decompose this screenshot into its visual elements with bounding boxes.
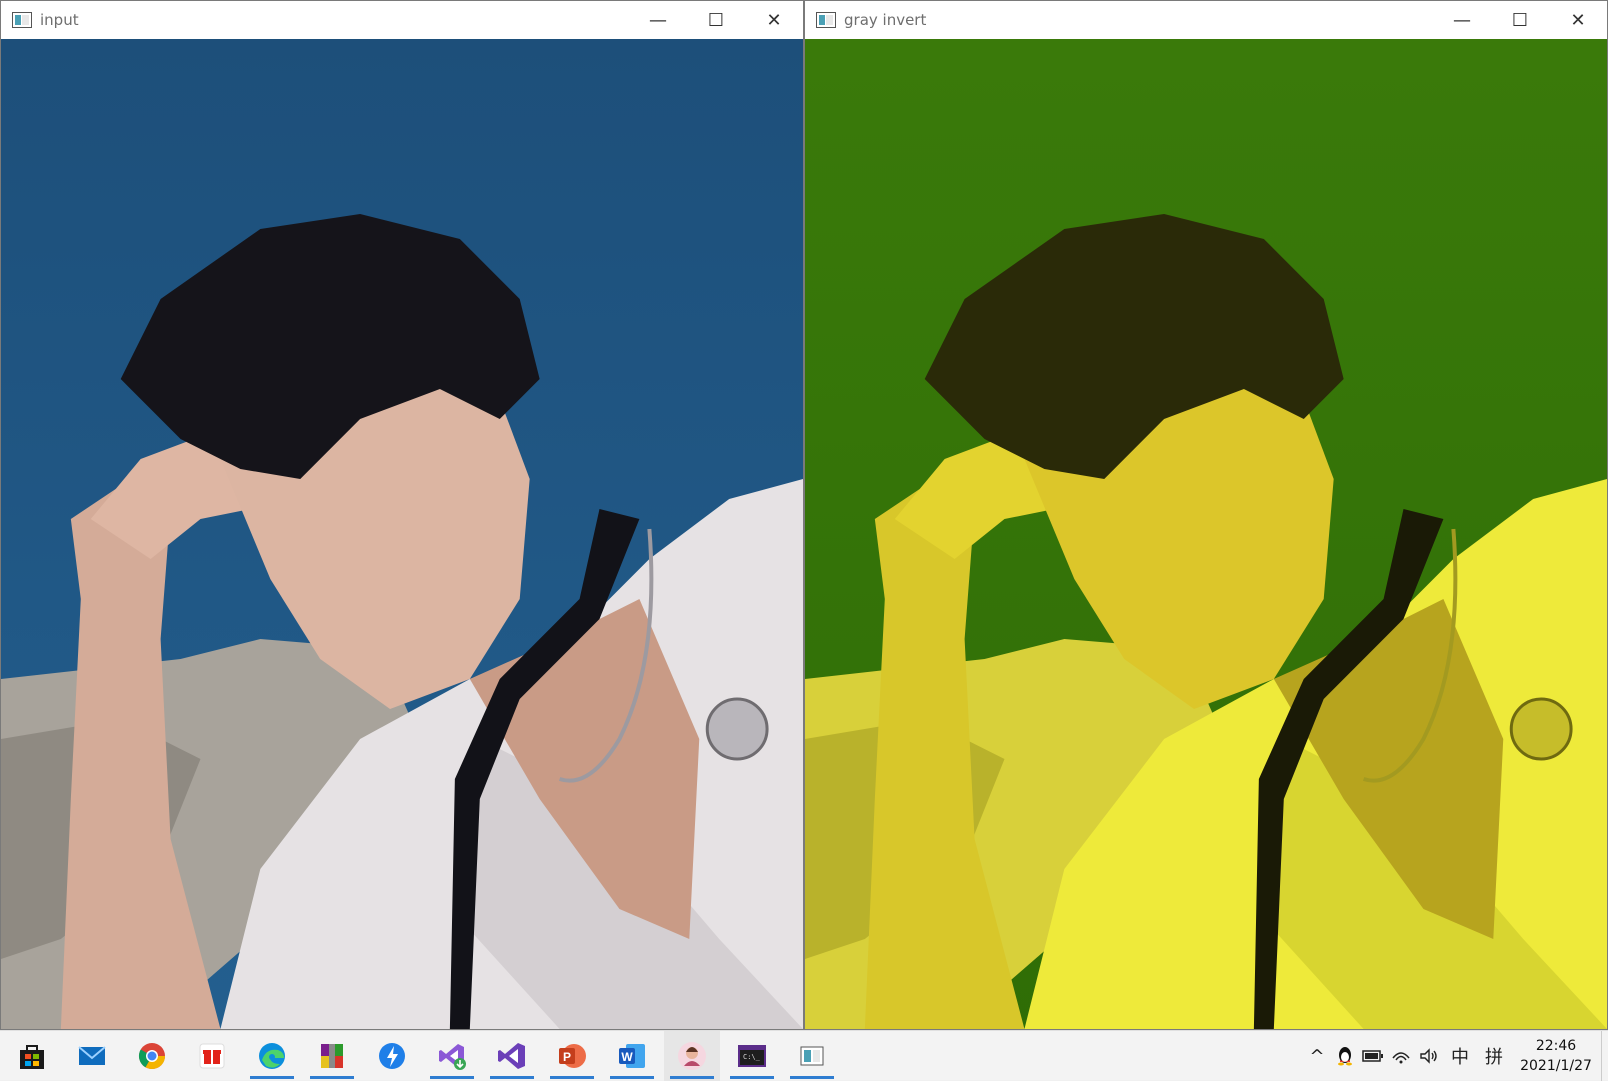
qq-icon[interactable] [1331, 1031, 1359, 1081]
show-hidden-icons-chevron[interactable]: ^ [1303, 1031, 1331, 1081]
gray-invert-photo [805, 39, 1607, 1029]
clock[interactable]: 22:46 2021/1/27 [1511, 1036, 1601, 1076]
clock-date: 2021/1/27 [1520, 1058, 1592, 1074]
svg-text:W: W [621, 1050, 633, 1064]
wifi-icon[interactable] [1387, 1031, 1415, 1081]
window-title: input [40, 11, 79, 29]
close-button[interactable]: ✕ [745, 1, 803, 39]
opencv-window-icon [12, 12, 32, 28]
word-icon[interactable]: W [604, 1031, 660, 1081]
visual-studio-icon[interactable] [484, 1031, 540, 1081]
battery-icon[interactable] [1359, 1031, 1387, 1081]
visual-studio-installer-icon[interactable] [424, 1031, 480, 1081]
chrome-icon[interactable] [124, 1031, 180, 1081]
image-canvas [1, 39, 803, 1029]
gray-invert-window[interactable]: gray invert — ☐ ✕ [804, 0, 1608, 1030]
maximize-button[interactable]: ☐ [1491, 1, 1549, 39]
volume-icon[interactable] [1415, 1031, 1443, 1081]
image-canvas [805, 39, 1607, 1029]
input-window[interactable]: input — ☐ ✕ [0, 0, 804, 1030]
titlebar[interactable]: input — ☐ ✕ [1, 1, 803, 39]
edge-icon[interactable] [244, 1031, 300, 1081]
show-desktop-button[interactable] [1601, 1031, 1608, 1081]
svg-text:P: P [563, 1050, 571, 1064]
opencv-window-icon[interactable] [784, 1031, 840, 1081]
ime-mode-indicator[interactable]: 中 [1443, 1031, 1477, 1081]
maximize-button[interactable]: ☐ [687, 1, 745, 39]
taskbar: P W C:\_ ^ 中 拼 22:46 2021/1/27 [0, 1030, 1608, 1081]
powerpoint-icon[interactable]: P [544, 1031, 600, 1081]
minimize-button[interactable]: — [629, 1, 687, 39]
console-icon[interactable]: C:\_ [724, 1031, 780, 1081]
thunder-icon[interactable] [364, 1031, 420, 1081]
window-title: gray invert [844, 11, 927, 29]
clock-time: 22:46 [1535, 1038, 1577, 1054]
ime-layout-indicator[interactable]: 拼 [1477, 1031, 1511, 1081]
store-icon[interactable] [4, 1031, 60, 1081]
mail-icon[interactable] [64, 1031, 120, 1081]
close-button[interactable]: ✕ [1549, 1, 1607, 39]
titlebar[interactable]: gray invert — ☐ ✕ [805, 1, 1607, 39]
svg-text:C:\_: C:\_ [743, 1053, 761, 1061]
system-tray: ^ 中 拼 22:46 2021/1/27 [1303, 1031, 1608, 1081]
input-photo [1, 39, 803, 1029]
minimize-button[interactable]: — [1433, 1, 1491, 39]
opencv-window-icon [816, 12, 836, 28]
gift-icon[interactable] [184, 1031, 240, 1081]
avatar-app-icon[interactable] [664, 1031, 720, 1081]
winrar-icon[interactable] [304, 1031, 360, 1081]
